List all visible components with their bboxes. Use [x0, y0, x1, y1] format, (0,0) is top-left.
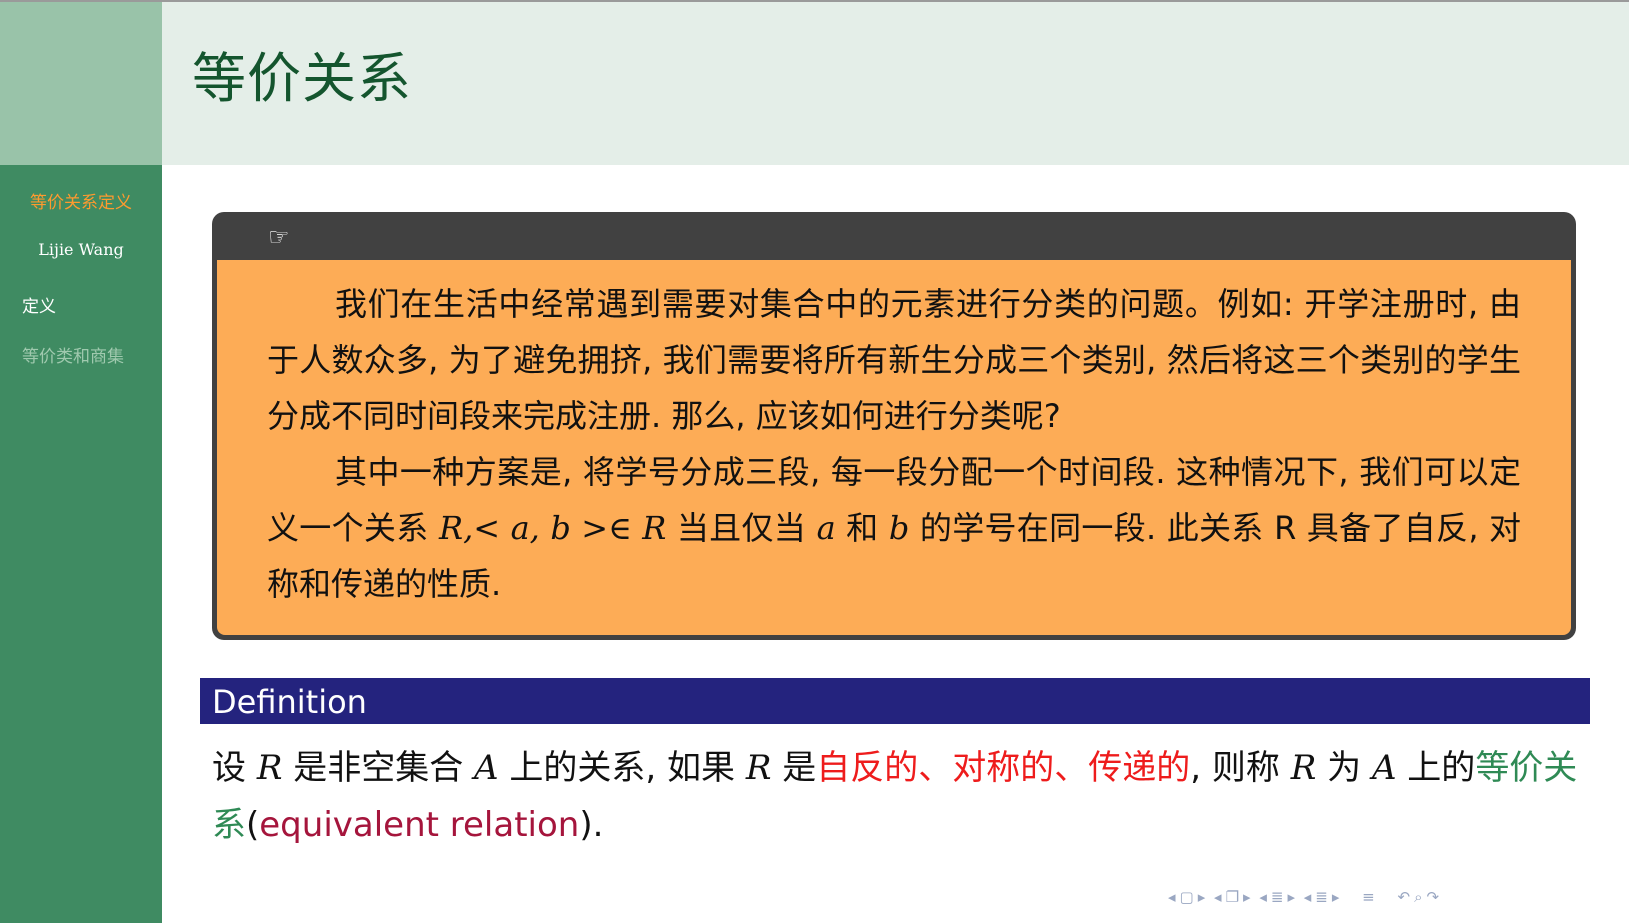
math-relation: R,< a, b >∈ R [439, 509, 667, 547]
nav-next-icon[interactable]: ▸ [1287, 888, 1295, 906]
math-b: b [888, 509, 910, 547]
example-paragraph-1: 我们在生活中经常遇到需要对集合中的元素进行分类的问题。例如: 开学注册时, 由于… [267, 285, 1521, 435]
undo-icon[interactable]: ↶ [1398, 888, 1411, 906]
example-box-body: 我们在生活中经常遇到需要对集合中的元素进行分类的问题。例如: 开学注册时, 由于… [217, 260, 1571, 635]
nav-prev-icon[interactable]: ◂ [1214, 888, 1222, 906]
toc-icon[interactable]: ≡ [1362, 888, 1375, 906]
nav-next-icon[interactable]: ▸ [1198, 888, 1206, 906]
nav-prev-icon[interactable]: ◂ [1304, 888, 1312, 906]
definition-heading: Definition [200, 678, 1590, 724]
pointing-hand-icon: ☞ [268, 223, 290, 251]
sidebar [0, 165, 162, 923]
nav-next-icon[interactable]: ▸ [1243, 888, 1251, 906]
sidebar-author: Lijie Wang [38, 240, 124, 259]
search-icon[interactable]: ⌕ [1414, 888, 1422, 906]
redo-icon[interactable]: ↷ [1427, 888, 1440, 906]
nav-prev-icon[interactable]: ◂ [1259, 888, 1267, 906]
example-paragraph-2: 其中一种方案是, 将学号分成三段, 每一段分配一个时间段. 这种情况下, 我们可… [267, 453, 1521, 603]
example-box: ☞ 我们在生活中经常遇到需要对集合中的元素进行分类的问题。例如: 开学注册时, … [212, 212, 1576, 640]
left-frame [0, 2, 162, 923]
beamer-navigation: ◂ ▢ ▸ ◂ ❐ ▸ ◂ ≣ ▸ ◂ ≣ ▸ ≡ ↶ ⌕ ↷ [1168, 888, 1618, 912]
english-term: equivalent relation [259, 805, 580, 845]
highlight-properties: 自反的、对称的、传递的 [816, 748, 1191, 788]
frame-icon[interactable]: ▢ [1180, 888, 1194, 906]
sidebar-presentation-title[interactable]: 等价关系定义 [0, 188, 162, 213]
nav-prev-icon[interactable]: ◂ [1168, 888, 1176, 906]
sidebar-item-definition[interactable]: 定义 [22, 292, 56, 317]
subsection-icon[interactable]: ❐ [1226, 888, 1239, 906]
section-icon[interactable]: ≣ [1315, 888, 1328, 906]
math-a: a [816, 509, 836, 547]
section-icon[interactable]: ≣ [1271, 888, 1284, 906]
logo-corner [0, 2, 162, 165]
sidebar-item-equivalence-classes[interactable]: 等价类和商集 [22, 342, 124, 367]
page-title: 等价关系 [192, 47, 412, 110]
nav-next-icon[interactable]: ▸ [1332, 888, 1340, 906]
frame-header: 等价关系 [162, 2, 1629, 165]
definition-body: 设 R 是非空集合 A 上的关系, 如果 R 是自反的、对称的、传递的, 则称 … [212, 748, 1578, 845]
